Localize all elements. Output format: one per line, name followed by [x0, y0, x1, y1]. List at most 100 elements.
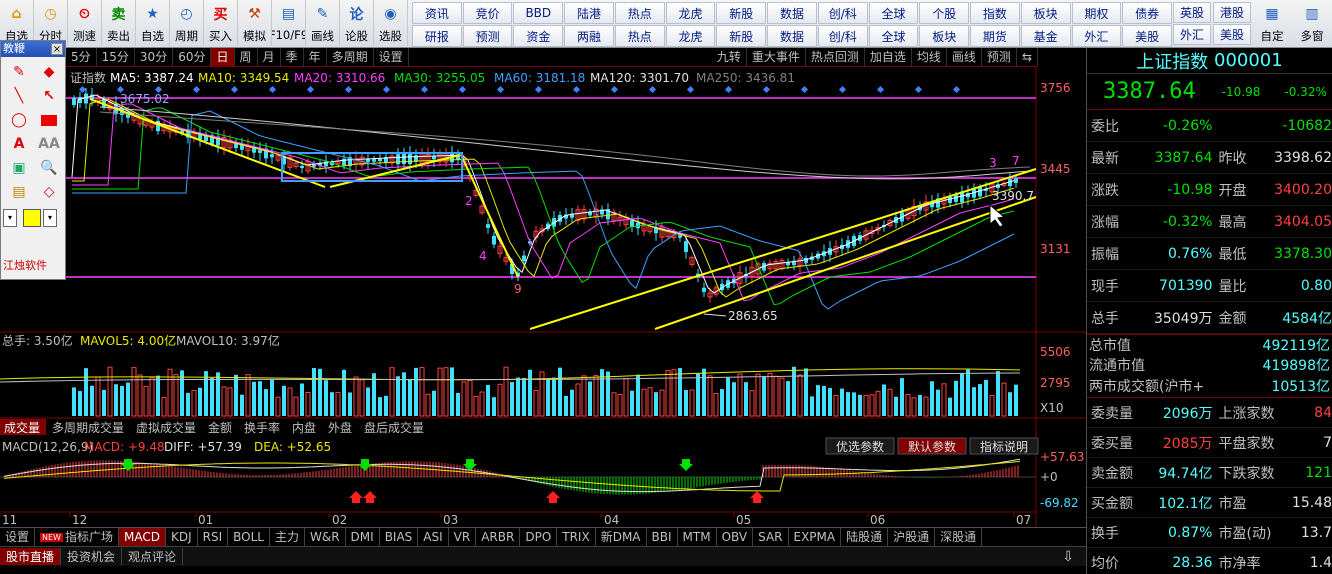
folder-icon[interactable]: ▤: [5, 181, 33, 203]
screenshot-icon[interactable]: ▣: [5, 157, 33, 179]
quick-link[interactable]: 两融: [564, 25, 614, 47]
news-tab[interactable]: 观点评论: [122, 548, 184, 565]
period-tab[interactable]: 日: [211, 48, 235, 66]
indicator-tab[interactable]: BBI: [647, 528, 678, 546]
indicator-tab[interactable]: SAR: [753, 528, 789, 546]
period-tab[interactable]: 15分: [97, 48, 135, 66]
arrow-icon[interactable]: ↖: [35, 85, 63, 107]
quick-link[interactable]: BBD: [513, 2, 564, 24]
period-tab[interactable]: 月: [258, 48, 281, 66]
quick-link[interactable]: 陆港: [564, 2, 614, 24]
kline-svg[interactable]: 证指数 MA5: 3387.24 MA10: 3349.54 MA20: 3310.6…: [0, 67, 1086, 527]
quick-link[interactable]: 热点: [614, 25, 665, 47]
quick-link[interactable]: 预测: [462, 25, 513, 47]
toolbar-extra-1[interactable]: 港股 美股: [1212, 0, 1252, 45]
toolbar-button-10[interactable]: 论论股: [340, 0, 374, 46]
indicator-tab[interactable]: MACD: [118, 528, 166, 546]
quick-link[interactable]: 创/科: [817, 2, 868, 24]
macd-button[interactable]: 指标说明: [980, 439, 1028, 454]
toolbar-extra-2[interactable]: ▦ 自定: [1252, 0, 1292, 45]
chart-action-link[interactable]: 均线: [912, 48, 947, 66]
chart-action-link[interactable]: 重大事件: [747, 48, 806, 66]
quick-link[interactable]: 全球: [868, 2, 919, 24]
diamond-icon[interactable]: ◇: [35, 181, 63, 203]
quick-link[interactable]: 创/科: [817, 25, 868, 47]
period-tab[interactable]: 5分: [66, 48, 97, 66]
indicator-tab[interactable]: RSI: [198, 528, 229, 546]
quick-link[interactable]: 新股: [716, 2, 767, 24]
rect-icon[interactable]: [35, 109, 63, 131]
quick-link[interactable]: 数据: [767, 25, 817, 47]
indicator-tab[interactable]: 新DMA: [596, 528, 647, 546]
period-tab[interactable]: 年: [304, 48, 327, 66]
download-icon[interactable]: ⇩: [1062, 549, 1074, 565]
toolbar-button-5[interactable]: ◴ 周期: [170, 0, 204, 46]
indicator-tab[interactable]: BOLL: [228, 528, 270, 546]
indicator-tab[interactable]: 陆股通: [841, 528, 889, 546]
kline-chart-area[interactable]: 证指数 MA5: 3387.24 MA10: 3349.54 MA20: 3310.6…: [0, 67, 1086, 527]
indicator-tab[interactable]: OBV: [717, 528, 754, 546]
line-icon[interactable]: ╲: [5, 85, 33, 107]
zoom-icon[interactable]: 🔍: [35, 157, 63, 179]
quick-link[interactable]: 板块: [1020, 2, 1071, 24]
toolbar-button-2[interactable]: ⏲ 测速: [68, 0, 102, 46]
period-tab[interactable]: 多周期: [327, 48, 374, 66]
period-tab[interactable]: 周: [235, 48, 258, 66]
indicator-tab[interactable]: ASI: [418, 528, 449, 546]
volume-tab[interactable]: 成交量: [4, 420, 40, 435]
quick-link[interactable]: 研报: [412, 25, 462, 47]
quick-link[interactable]: 指数: [970, 2, 1020, 24]
quick-link[interactable]: 热点: [614, 2, 665, 24]
indicator-tab[interactable]: DPO: [520, 528, 558, 546]
toolbar-button-11[interactable]: ◉ 选股: [374, 0, 408, 46]
chart-action-link[interactable]: 九转: [712, 48, 747, 66]
quick-link[interactable]: 竞价: [462, 2, 513, 24]
indicator-tab[interactable]: 主力: [270, 528, 305, 546]
volume-tab[interactable]: 多周期成交量: [52, 420, 124, 435]
text-icon[interactable]: A: [5, 133, 33, 155]
quick-link[interactable]: 基金: [1020, 25, 1071, 47]
indicator-tab[interactable]: BIAS: [380, 528, 419, 546]
quick-link[interactable]: 数据: [767, 2, 817, 24]
period-tab[interactable]: 设置: [374, 48, 409, 66]
toolbar-button-3[interactable]: 卖卖出: [102, 0, 136, 46]
indicator-tab[interactable]: MTM: [678, 528, 717, 546]
chart-action-link[interactable]: 画线: [947, 48, 982, 66]
indicator-tab[interactable]: 深股通: [935, 528, 983, 546]
quick-link[interactable]: 期货: [970, 25, 1020, 47]
volume-tab[interactable]: 金额: [208, 420, 232, 435]
indicator-tab[interactable]: EXPMA: [789, 528, 842, 546]
quick-link[interactable]: 资讯: [412, 2, 462, 24]
news-tab[interactable]: 投资机会: [61, 548, 123, 565]
indicator-tab[interactable]: VR: [449, 528, 477, 546]
toolbar-button-6[interactable]: 买买入: [204, 0, 238, 46]
ellipse-icon[interactable]: ◯: [5, 109, 33, 131]
quick-link[interactable]: 外汇: [1071, 25, 1122, 47]
eraser-icon[interactable]: ◆: [35, 61, 63, 83]
quick-link[interactable]: 全球: [868, 25, 919, 47]
indicator-tab[interactable]: TRIX: [557, 528, 596, 546]
macd-button[interactable]: 默认参数: [908, 439, 956, 454]
color-dropdown[interactable]: ▾: [43, 209, 57, 227]
toolbar-button-4[interactable]: ★ 自选: [136, 0, 170, 46]
volume-tab[interactable]: 换手率: [244, 420, 280, 435]
indicator-tab[interactable]: ARBR: [476, 528, 521, 546]
quick-link[interactable]: 龙虎: [665, 2, 716, 24]
quick-link[interactable]: 板块: [919, 25, 970, 47]
toolbar-extra-3[interactable]: ▥ 多窗: [1292, 0, 1332, 45]
quick-link[interactable]: 资金: [513, 25, 564, 47]
quick-link[interactable]: 债券: [1122, 2, 1172, 24]
toolbar-button-8[interactable]: ▤ F10/F9: [272, 0, 306, 46]
period-tab[interactable]: 60分: [173, 48, 212, 66]
close-icon[interactable]: ×: [51, 43, 63, 55]
chart-action-link[interactable]: 加自选: [865, 48, 912, 66]
toolbar-button-7[interactable]: ⚒ 模拟: [238, 0, 272, 46]
quick-link[interactable]: 新股: [716, 25, 767, 47]
volume-tab[interactable]: 盘后成交量: [364, 420, 424, 435]
font-icon[interactable]: AA: [35, 133, 63, 155]
volume-tab[interactable]: 虚拟成交量: [136, 420, 196, 435]
line-style-select[interactable]: ▾: [3, 209, 17, 227]
color-picker[interactable]: [23, 209, 41, 227]
chart-action-link[interactable]: 热点回测: [806, 48, 865, 66]
toolbar-button-9[interactable]: ✎ 画线: [306, 0, 340, 46]
